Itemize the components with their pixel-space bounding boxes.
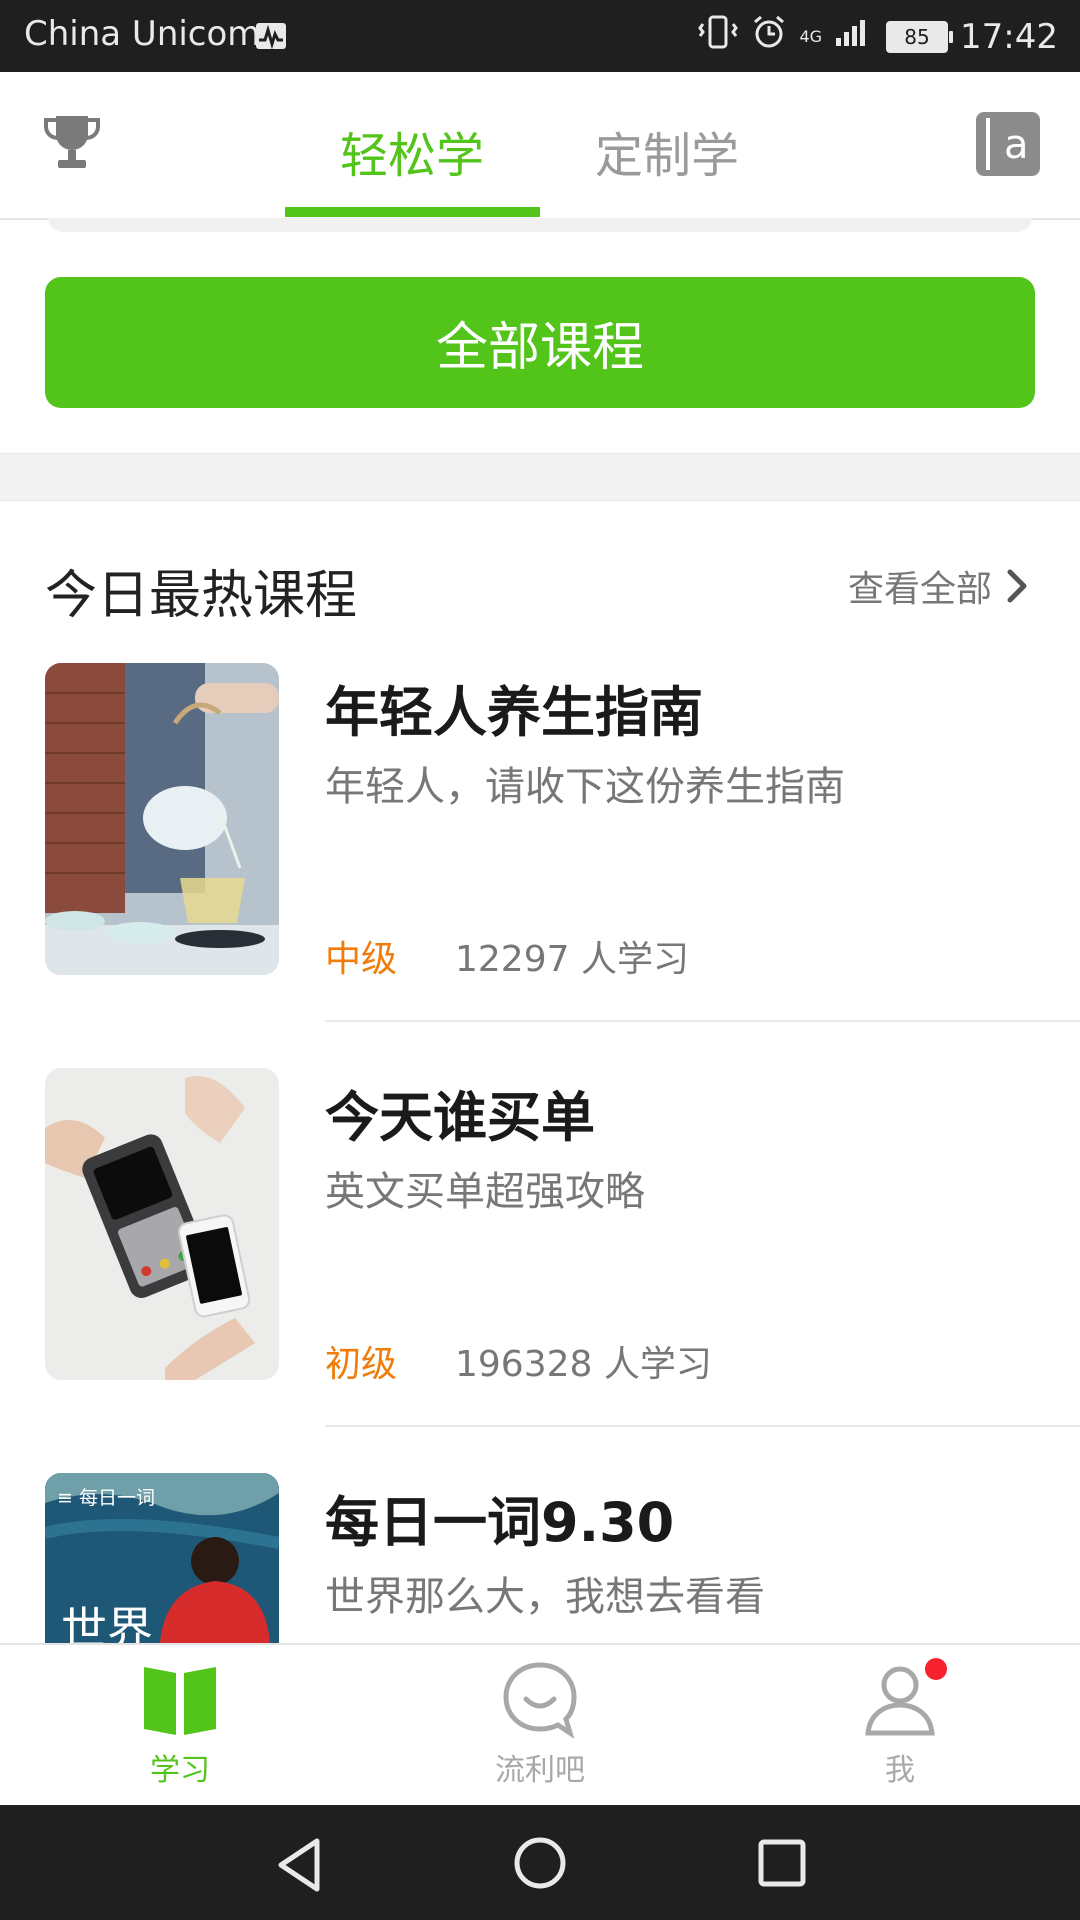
course-thumbnail[interactable]: ≡ 每日一词 世界	[45, 1473, 279, 1643]
recents-icon[interactable]	[757, 1838, 807, 1892]
home-icon[interactable]	[513, 1836, 567, 1894]
status-bar: China Unicom 4G 85 17:42	[0, 0, 1080, 72]
course-learners: 196328 人学习	[455, 1344, 712, 1385]
trophy-icon[interactable]	[42, 112, 102, 172]
vibrate-icon	[697, 14, 739, 59]
smile-chat-icon	[503, 1662, 577, 1739]
search-bar-edge	[48, 218, 1032, 232]
notification-badge	[925, 1658, 947, 1680]
dictionary-icon[interactable]: a	[976, 112, 1040, 176]
dictionary-letter: a	[1004, 122, 1029, 168]
course-level: 初级	[325, 1344, 398, 1385]
activity-icon	[255, 22, 287, 54]
view-all-label: 查看全部	[847, 569, 992, 610]
system-navigation-bar	[0, 1805, 1080, 1920]
course-title[interactable]: 年轻人养生指南	[325, 668, 703, 747]
clock: 17:42	[960, 16, 1058, 57]
tab-custom-learn[interactable]: 定制学	[595, 116, 739, 186]
section-divider	[0, 453, 1080, 501]
nav-label: 学习	[150, 1753, 210, 1788]
tab-indicator	[285, 207, 540, 217]
nav-label: 流利吧	[495, 1753, 585, 1788]
all-courses-button[interactable]: 全部课程	[45, 277, 1035, 408]
carrier-name: China Unicom	[24, 14, 261, 54]
bottom-navigation: 学习 流利吧 我	[0, 1643, 1080, 1807]
course-learners: 12297 人学习	[455, 939, 689, 980]
nav-me[interactable]: 我	[810, 1645, 990, 1807]
course-thumbnail[interactable]	[45, 1068, 279, 1380]
top-header: 轻松学 定制学 a	[0, 72, 1080, 220]
tab-easy-learn[interactable]: 轻松学	[340, 116, 484, 186]
course-thumbnail[interactable]	[45, 663, 279, 975]
battery-icon: 85	[886, 20, 954, 53]
course-separator	[325, 1425, 1080, 1427]
nav-label: 我	[885, 1753, 915, 1788]
course-description: 年轻人，请收下这份养生指南	[325, 764, 845, 810]
alarm-icon	[751, 14, 787, 59]
course-separator	[325, 1020, 1080, 1022]
view-all-link[interactable]: 查看全部	[848, 560, 1030, 612]
network-type: 4G	[799, 26, 823, 46]
thumb-tag: ≡ 每日一词	[57, 1487, 155, 1509]
signal-icon	[834, 16, 874, 57]
status-right: 4G 85 17:42	[697, 14, 1058, 59]
course-title[interactable]: 今天谁买单	[325, 1073, 595, 1152]
chevron-right-icon	[1007, 569, 1027, 603]
back-icon[interactable]	[273, 1837, 325, 1897]
battery-level: 85	[904, 24, 930, 49]
nav-learn[interactable]: 学习	[90, 1645, 270, 1807]
course-description: 英文买单超强攻略	[325, 1169, 645, 1215]
thumb-text: 世界	[61, 1602, 153, 1643]
book-icon	[144, 1667, 216, 1735]
nav-community[interactable]: 流利吧	[450, 1645, 630, 1807]
section-title: 今日最热课程	[45, 566, 358, 626]
course-description: 世界那么大，我想去看看	[325, 1574, 765, 1620]
course-title[interactable]: 每日一词9.30	[325, 1478, 674, 1557]
course-level: 中级	[325, 939, 398, 980]
